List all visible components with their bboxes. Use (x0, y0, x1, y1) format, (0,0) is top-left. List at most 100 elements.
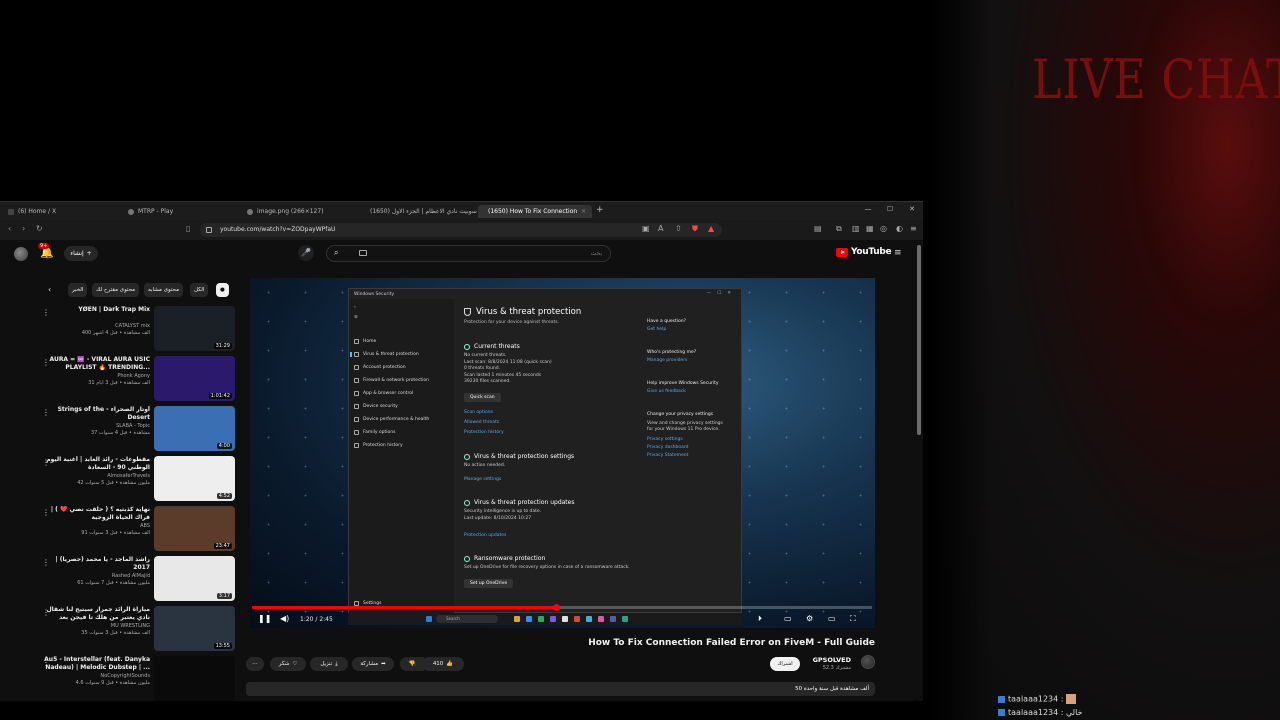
seek-bar[interactable] (252, 604, 872, 611)
video-thumbnail[interactable]: 23:47 (154, 506, 235, 551)
chip-all[interactable]: الكل (190, 283, 209, 297)
share-icon[interactable]: ⇧ (675, 224, 682, 233)
video-thumbnail[interactable]: 31:29 (154, 306, 235, 351)
download-button[interactable]: تنزيل ⤓ (310, 657, 348, 671)
recommendation-item[interactable]: 1:01:42 ⋮ AURA = ♾️ - VIRAL AURA USIC PLAY… (0, 356, 240, 402)
recommendation-item[interactable]: 31:29 ⋮ YØEN | Dark Trap Mix CATALYST mix 40… (0, 306, 240, 352)
more-actions-button[interactable]: ⋯ (246, 657, 264, 671)
shield-icon[interactable]: ⛊ (692, 224, 698, 234)
recommendation-item[interactable]: 23:47 ⋮ نهاية كذبتيه ؟ ( حلقت نصي ❤️ ) | ف… (0, 506, 240, 552)
video-thumbnail[interactable]: 1:01:42 (154, 356, 235, 401)
youtube-logo[interactable]: YouTube (836, 247, 892, 257)
chip-recommended[interactable]: محتوى مقترح لك (92, 283, 140, 297)
channel-name[interactable]: ABS (40, 523, 150, 529)
like-button[interactable]: 410 👍 (422, 657, 464, 671)
recommendation-item[interactable]: 4:00 ⋮ Strings of the - أوتار الصحراء Dese… (0, 406, 240, 452)
video-title[interactable]: Strings of the - أوتار الصحراء Desert (40, 406, 150, 422)
recommendation-item[interactable]: 13:55 ⋮ مباراة الرائد جمرار سيتيح لنا شقال… (0, 606, 240, 652)
subscribe-button[interactable]: اشتراك (770, 657, 800, 671)
screen-sidebar: ‹ ≡ Home Virus & threat protection Account… (349, 299, 454, 614)
split-view-icon[interactable]: ▥ (852, 224, 860, 233)
notifications-bell-icon[interactable]: 🔔 9+ (38, 243, 54, 259)
channel-name[interactable]: Phonk Agony (40, 373, 150, 379)
menu-icon[interactable]: ≡ (910, 224, 917, 233)
video-thumbnail[interactable]: 4:52 (154, 456, 235, 501)
extensions-icon[interactable]: ⧉ (836, 224, 842, 234)
screenshot-icon[interactable]: ▣ (642, 224, 650, 233)
vpn-icon[interactable]: ◎ (880, 224, 887, 233)
tab-image[interactable]: image.png (266×127) (241, 205, 359, 218)
refresh-icon (464, 343, 470, 350)
search-input[interactable]: ⌕ بحث (326, 245, 611, 262)
dislike-button[interactable]: 👎 (400, 657, 424, 671)
pause-icon[interactable]: ❚❚ (258, 614, 271, 623)
search-icon[interactable]: ⌕ (334, 248, 338, 258)
recommendation-item[interactable]: 4:52 ⋮ مقطوعات - رائد العابد | أغنية اليوم… (0, 456, 240, 502)
video-title[interactable]: نهاية كذبتيه ؟ ( حلقت نصي ❤️ ) | فراك ال… (40, 506, 150, 522)
tab-youtube-active[interactable]: (1650) How To Fix Connection × (478, 205, 592, 218)
channel-avatar[interactable] (861, 655, 875, 669)
theater-mode-icon[interactable]: ▭ (828, 614, 836, 623)
video-meta: 400 ألف مشاهدة • قبل 4 أشهر (81, 330, 150, 336)
video-title[interactable]: راشد الماجد - يا محمد (حصرياً) | 2017 (40, 556, 150, 572)
minimize-icon[interactable]: — (863, 205, 873, 213)
page-scrollbar[interactable] (916, 241, 922, 701)
channel-name[interactable]: AlmosaferTravels (40, 473, 150, 479)
fullscreen-icon[interactable]: ⛶ (850, 614, 856, 624)
maximize-icon[interactable]: ☐ (885, 205, 895, 213)
site-info-icon[interactable] (206, 227, 212, 233)
video-player[interactable]: Windows Security —☐✕ ‹ ≡ Home Virus & thr… (250, 278, 875, 628)
channel-name[interactable]: SLABA - Topic (40, 423, 150, 429)
tab-youtube-other[interactable]: (1650) سوبيت نادي الاعظام | الجزء الاول (360, 205, 477, 218)
channel-name[interactable]: MU WRESTLING (40, 623, 150, 629)
share-button[interactable]: مشاركة ➦ (352, 657, 394, 671)
forward-icon[interactable]: › (22, 224, 25, 233)
close-tab-icon[interactable]: × (581, 208, 586, 215)
rewards-icon[interactable]: ▲ (708, 224, 714, 233)
guide-menu-icon[interactable]: ≡ (894, 248, 902, 258)
chevron-left-icon[interactable]: ‹ (48, 285, 51, 294)
video-title[interactable]: YØEN | Dark Trap Mix (40, 306, 150, 314)
chip-selected[interactable]: ● (216, 283, 229, 297)
tab-x-home[interactable]: (6) Home / X (2, 205, 120, 218)
profile-icon[interactable]: ◐ (896, 224, 903, 233)
voice-search-icon[interactable]: 🎤 (298, 245, 314, 261)
channel-name[interactable]: CATALYST mix (40, 323, 150, 329)
video-thumbnail[interactable]: 13:55 (154, 606, 235, 651)
new-tab-button[interactable]: + (596, 205, 604, 215)
close-icon[interactable]: ✕ (907, 205, 917, 213)
video-thumbnail[interactable] (154, 656, 235, 701)
seek-handle[interactable] (552, 604, 560, 611)
back-icon[interactable]: ‹ (8, 224, 11, 233)
create-button[interactable]: إنشاء + (64, 246, 98, 261)
video-thumbnail[interactable]: 3:17 (154, 556, 235, 601)
keyboard-icon[interactable] (359, 250, 367, 256)
reload-icon[interactable]: ↻ (36, 224, 43, 233)
channel-name[interactable]: Rashed AlMajid (40, 573, 150, 579)
sidebar-icon[interactable]: ▤ (814, 224, 822, 233)
thanks-button[interactable]: شكر ♡ (270, 657, 306, 671)
video-title[interactable]: مقطوعات - رائد العابد | أغنية اليوم الوط… (40, 456, 150, 472)
video-title[interactable]: AURA = ♾️ - VIRAL AURA USIC PLAYLIST 🔥 T… (40, 356, 150, 372)
captions-icon[interactable]: ▭ (784, 614, 792, 623)
video-title[interactable]: مباراة الرائد جمرار سيتيح لنا شقال نادي … (40, 606, 150, 622)
bookmark-icon[interactable]: ▯ (186, 224, 190, 233)
settings-gear-icon[interactable]: ⚙ (806, 614, 813, 623)
account-avatar[interactable] (14, 247, 28, 261)
video-thumbnail[interactable]: 4:00 (154, 406, 235, 451)
channel-name[interactable]: NoCopyrightSounds (40, 673, 150, 679)
download-icon: ⤓ (335, 661, 338, 667)
tab-mtrp[interactable]: MTRP - Play (122, 205, 240, 218)
recommendation-item[interactable]: 3:17 ⋮ راشد الماجد - يا محمد (حصرياً) | 20… (0, 556, 240, 602)
chip-news[interactable]: الخبر (68, 283, 88, 297)
recommendation-item[interactable]: ⋮ Au5 - Interstellar (feat. Danyka Nadeau… (0, 656, 240, 702)
channel-name[interactable]: GPSOLVED (813, 656, 851, 664)
wallet-icon[interactable]: ▦ (866, 224, 874, 233)
screen-nav-item: App & browser control (354, 391, 413, 396)
video-title[interactable]: Au5 - Interstellar (feat. Danyka Nadeau)… (40, 656, 150, 672)
translate-icon[interactable]: A (658, 224, 663, 233)
chip-similar[interactable]: محتوى مشابه (144, 283, 184, 297)
volume-icon[interactable]: ◀) (280, 614, 289, 623)
description-box[interactable]: 50 ألف مشاهدة قبل سنة واحدة (246, 682, 875, 696)
autoplay-toggle[interactable]: ⏵ (758, 614, 762, 624)
